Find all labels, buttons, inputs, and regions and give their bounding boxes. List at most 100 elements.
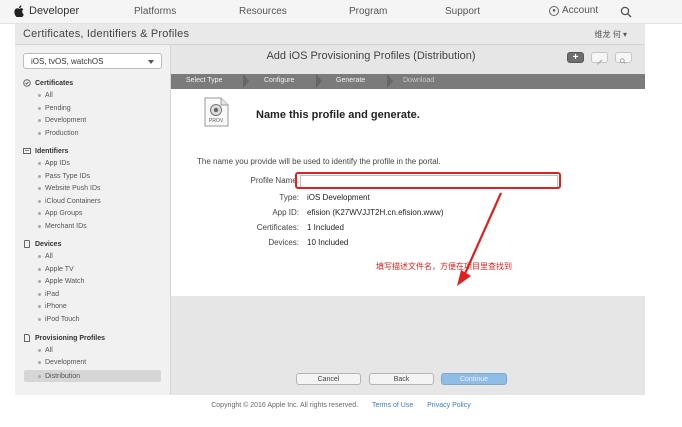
nav-support[interactable]: Support [445, 6, 480, 17]
bullet-icon [38, 175, 41, 178]
sidebar-item-pass-type-ids[interactable]: Pass Type IDs [38, 173, 90, 180]
nav-program[interactable]: Program [349, 6, 387, 17]
sidebar-item-label: Merchant IDs [45, 223, 87, 230]
form-heading: Name this profile and generate. [256, 109, 420, 121]
search-button[interactable] [615, 52, 632, 64]
type-label: Type: [279, 193, 299, 202]
sidebar-item-label: Development [45, 117, 87, 124]
bullet-icon [38, 293, 41, 296]
edit-button[interactable] [591, 52, 608, 65]
terms-of-use-link[interactable]: Terms of Use [372, 402, 413, 409]
continue-button[interactable]: Continue [441, 373, 507, 385]
bullet-icon [38, 305, 41, 308]
bullet-icon [38, 374, 41, 378]
document-icon [24, 334, 30, 342]
account-link[interactable]: ● Account [549, 5, 598, 16]
sidebar-item-ipod-touch[interactable]: iPod Touch [38, 316, 80, 323]
cancel-button[interactable]: Cancel [296, 373, 361, 385]
sidebar-item-certificates-development[interactable]: Development [38, 117, 86, 124]
sidebar-item-label: Distribution [45, 372, 81, 380]
sidebar-item-label: Apple Watch [45, 278, 85, 285]
sidebar-item-label: iPhone [45, 303, 67, 310]
bullet-icon [38, 255, 41, 258]
sidebar-item-apple-watch[interactable]: Apple Watch [38, 278, 84, 285]
bullet-icon [38, 361, 41, 364]
apple-logo-icon [14, 5, 24, 17]
platform-select-value: iOS, tvOS, watchOS [31, 57, 104, 66]
devices-label: Devices: [268, 238, 299, 247]
sidebar-item-merchant-ids[interactable]: Merchant IDs [38, 223, 87, 230]
type-value: iOS Development [307, 193, 370, 202]
chevron-down-icon [148, 60, 154, 64]
bullet-icon [38, 94, 41, 97]
bullet-icon [38, 119, 41, 122]
sidebar-group-label: Devices [35, 240, 62, 248]
certificate-icon [23, 79, 31, 87]
nav-resources[interactable]: Resources [239, 6, 287, 17]
pencil-icon [597, 59, 603, 65]
magnifier-icon [619, 58, 626, 64]
sidebar-item-label: App IDs [45, 160, 70, 167]
sidebar-item-distribution[interactable]: Distribution [24, 370, 161, 382]
bullet-icon [38, 280, 41, 283]
sidebar-item-iphone[interactable]: iPhone [38, 303, 67, 310]
privacy-policy-link[interactable]: Privacy Policy [427, 402, 471, 409]
search-icon[interactable] [620, 6, 632, 18]
sidebar-group-label: Provisioning Profiles [35, 334, 106, 342]
sidebar-item-label: Website Push IDs [45, 185, 101, 192]
sidebar-item-production[interactable]: Production [38, 130, 78, 137]
platform-select[interactable]: iOS, tvOS, watchOS [23, 53, 162, 69]
annotation-note: 填写描述文件名，方便在项目里查找到 [376, 262, 512, 271]
developer-brand[interactable]: Developer [14, 5, 79, 17]
id-card-icon [23, 148, 31, 154]
user-menu[interactable]: 维龙 何 ▾ [595, 29, 627, 40]
sidebar-item-app-groups[interactable]: App Groups [38, 210, 82, 217]
add-button[interactable]: + [567, 52, 584, 63]
sidebar-item-certificates-all[interactable]: All [38, 92, 53, 99]
sidebar-group-identifiers: Identifiers [23, 147, 68, 155]
sidebar-item-app-ids[interactable]: App IDs [38, 160, 70, 167]
sidebar-group-label: Identifiers [35, 147, 69, 155]
sidebar-item-website-push-ids[interactable]: Website Push IDs [38, 185, 101, 192]
copyright-text: Copyright © 2016 Apple Inc. All rights r… [211, 402, 359, 409]
sidebar-item-pending[interactable]: Pending [38, 105, 71, 112]
sidebar-group-devices: Devices [23, 240, 61, 248]
sidebar-group-label: Certificates [35, 79, 74, 87]
sidebar-item-ipad[interactable]: iPad [38, 291, 59, 298]
file-icon-label: PROV [209, 118, 224, 124]
step-separator [316, 74, 322, 88]
bullet-icon [38, 162, 41, 165]
sidebar-group-certificates: Certificates [23, 79, 73, 87]
top-navigation-bar: Developer Platforms Resources Program Su… [0, 0, 682, 24]
bullet-icon [38, 132, 41, 135]
footer: Copyright © 2016 Apple Inc. All rights r… [0, 402, 682, 409]
sidebar-item-profiles-development[interactable]: Development [38, 359, 86, 366]
sidebar-item-label: App Groups [45, 210, 83, 217]
sidebar-item-label: Apple TV [45, 266, 74, 273]
nav-platforms[interactable]: Platforms [134, 6, 176, 17]
sidebar-item-icloud-containers[interactable]: iCloud Containers [38, 198, 101, 205]
sidebar-item-label: iCloud Containers [45, 198, 101, 205]
brand-label: Developer [29, 5, 80, 17]
certificates-value: 1 Included [307, 223, 344, 232]
step-separator [387, 74, 393, 88]
sidebar: iOS, tvOS, watchOS Certificates All Pend… [15, 45, 171, 395]
sidebar-item-apple-tv[interactable]: Apple TV [38, 266, 74, 273]
app-id-value: efision (K27WVJJT2H.cn.efision.www) [307, 208, 444, 217]
highlight-box [295, 172, 561, 189]
sidebar-item-label: All [45, 92, 53, 99]
main-content: Add iOS Provisioning Profiles (Distribut… [171, 45, 645, 395]
sidebar-item-profiles-all[interactable]: All [38, 347, 53, 354]
device-icon [24, 240, 30, 248]
progress-steps-bar: Select Type Configure Generate Download [171, 74, 645, 89]
back-button[interactable]: Back [369, 373, 434, 385]
sidebar-item-label: iPad [45, 291, 60, 298]
sidebar-item-label: All [45, 253, 53, 260]
annotation-arrow-icon [457, 192, 503, 286]
sidebar-item-devices-all[interactable]: All [38, 253, 53, 260]
bullet-icon [38, 187, 41, 190]
step-configure: Configure [264, 77, 295, 84]
sidebar-item-label: Pending [45, 105, 71, 112]
sidebar-item-label: Pass Type IDs [45, 173, 91, 180]
bullet-icon [38, 212, 41, 215]
